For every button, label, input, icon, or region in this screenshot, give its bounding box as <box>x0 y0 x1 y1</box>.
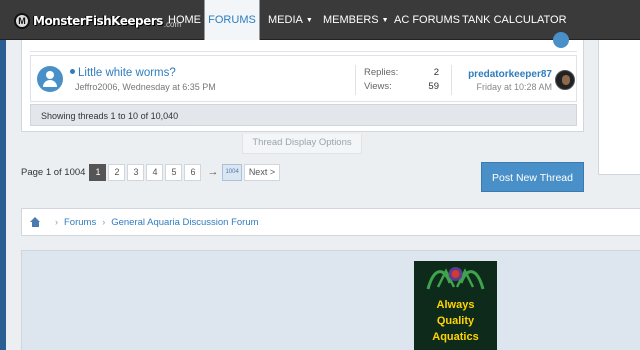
page-link-last[interactable]: 1004 <box>222 163 242 181</box>
thread-display-options-toggle[interactable]: Thread Display Options <box>242 134 362 154</box>
breadcrumb: › Forums › General Aquaria Discussion Fo… <box>21 208 640 236</box>
ad-line-2: Quality <box>436 315 475 327</box>
site-logo[interactable]: M MonsterFishKeepers .com <box>14 12 181 30</box>
logo-text: MonsterFishKeepers <box>33 14 163 28</box>
views-count: 59 <box>428 81 439 92</box>
nav-forums[interactable]: FORUMS <box>204 0 260 40</box>
nav-ac-forums[interactable]: AC FORUMS <box>394 0 460 40</box>
thread-stats: Replies: 2 Views: 59 <box>355 65 445 95</box>
page-link-6[interactable]: 6 <box>184 163 202 181</box>
home-icon[interactable] <box>30 217 41 227</box>
page-count-label: Page 1 of 1004 <box>21 166 86 178</box>
thread-row[interactable]: Little white worms? Jeffro2006, Wednesda… <box>30 55 577 102</box>
breadcrumb-separator: › <box>55 217 58 227</box>
ad-container <box>21 250 640 350</box>
post-new-thread-button[interactable]: Post New Thread <box>481 162 584 192</box>
thread-author[interactable]: Jeffro2006 <box>75 82 117 92</box>
chevron-down-icon: ▼ <box>305 17 313 24</box>
nav-members[interactable]: MEMBERS ▼ <box>323 0 389 40</box>
left-edge-strip <box>0 0 6 350</box>
replies-count: 2 <box>433 67 439 78</box>
ad-line-3: Aquatics <box>432 331 479 343</box>
last-poster[interactable]: predatorkeeper87 <box>468 69 552 80</box>
advertisement-banner[interactable]: Always Quality Aquatics <box>414 261 497 350</box>
page-link-5[interactable]: 5 <box>165 163 183 181</box>
views-label: Views: <box>364 81 392 92</box>
page-link-4[interactable]: 4 <box>146 163 164 181</box>
thread-start-date: Wednesday at 6:35 PM <box>122 82 216 92</box>
showing-threads-text: Showing threads 1 to 10 of 10,040 <box>41 111 179 121</box>
page-link-1[interactable]: 1 <box>89 163 107 181</box>
user-avatar-icon[interactable] <box>37 66 63 92</box>
thread-meta: Jeffro2006, Wednesday at 6:35 PM <box>75 82 216 92</box>
nav-home[interactable]: HOME <box>168 0 201 40</box>
last-poster-avatar[interactable] <box>555 70 575 90</box>
last-post-time[interactable]: Friday at 10:28 AM <box>476 82 552 92</box>
pagination: Page 1 of 1004 1 2 3 4 5 6 → 1004 Next > <box>21 163 282 181</box>
ad-logo-icon <box>426 267 485 290</box>
nav-media[interactable]: MEDIA ▼ <box>268 0 313 40</box>
breadcrumb-forums[interactable]: Forums <box>64 217 96 228</box>
showing-threads-bar: Showing threads 1 to 10 of 10,040 <box>30 104 577 126</box>
breadcrumb-general-aquaria[interactable]: General Aquaria Discussion Forum <box>111 217 258 228</box>
top-navbar: M MonsterFishKeepers .com HOME FORUMS ME… <box>0 0 640 40</box>
thread-title[interactable]: Little white worms? <box>70 67 176 79</box>
unread-dot-icon <box>70 69 75 74</box>
previous-thread-row-cut <box>30 32 577 52</box>
logo-badge-icon: M <box>14 13 30 29</box>
last-post: predatorkeeper87 Friday at 10:28 AM <box>451 65 576 95</box>
page-jump-arrow-icon[interactable]: → <box>207 166 218 178</box>
breadcrumb-separator: › <box>102 217 106 227</box>
replies-label: Replies: <box>364 67 399 78</box>
avatar <box>553 32 569 48</box>
thread-list: Little white worms? Jeffro2006, Wednesda… <box>21 32 584 132</box>
ad-line-1: Always <box>436 299 475 311</box>
chevron-down-icon: ▼ <box>381 17 389 24</box>
nav-tank-calculator[interactable]: TANK CALCULATOR <box>462 0 567 40</box>
sidebar-panel <box>598 40 640 175</box>
page-link-3[interactable]: 3 <box>127 163 145 181</box>
page-link-2[interactable]: 2 <box>108 163 126 181</box>
next-page-button[interactable]: Next > <box>243 163 281 181</box>
